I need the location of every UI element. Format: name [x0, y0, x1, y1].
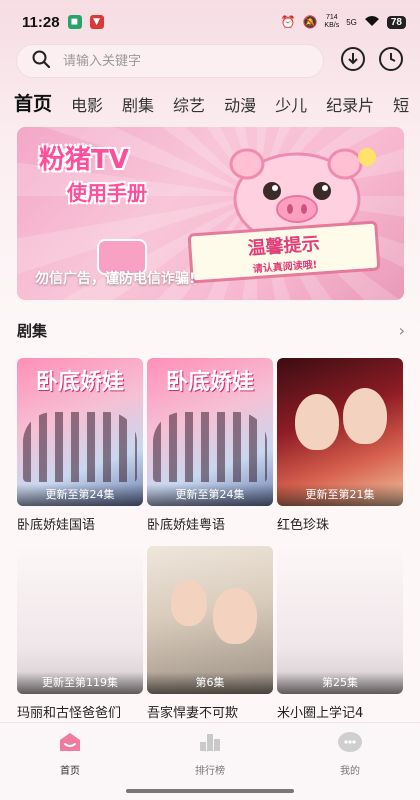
notification-app-icon-2: ▼ — [89, 15, 104, 29]
tab-kids[interactable]: 少儿 — [275, 92, 307, 116]
series-card[interactable]: 第25集 米小圈上学记4 — [277, 546, 403, 721]
section-title: 剧集 — [17, 322, 48, 340]
series-card[interactable]: 第6集 吾家悍妻不可欺 — [147, 546, 273, 721]
battery-indicator: 78 — [386, 15, 406, 29]
net-speed: 714 KB/s — [324, 14, 339, 30]
mute-icon: 🔕 — [302, 15, 318, 29]
series-title: 卧底娇娃粤语 — [147, 518, 226, 533]
status-bar: 11:28 ◼ ▼ ⏰ 🔕 714 KB/s 5G 78 — [0, 0, 420, 44]
history-button[interactable] — [378, 46, 404, 76]
home-indicator — [126, 789, 294, 793]
poster: 第25集 — [277, 546, 403, 694]
banner-subtitle: 使用手册 — [67, 181, 147, 205]
tab-movies[interactable]: 电影 — [71, 92, 103, 116]
download-icon — [340, 46, 366, 76]
search-row — [16, 44, 408, 78]
tab-anime[interactable]: 动漫 — [224, 92, 256, 116]
notification-app-icon: ◼ — [67, 15, 82, 29]
download-button[interactable] — [340, 46, 366, 76]
net-speed-value: 714 — [325, 14, 338, 21]
nav-home-label: 首页 — [60, 766, 80, 777]
chevron-right-icon[interactable]: › — [399, 321, 405, 340]
series-card[interactable]: 卧底娇娃 更新至第24集 卧底娇娃国语 — [17, 358, 143, 533]
poster: 卧底娇娃 更新至第24集 — [17, 358, 143, 506]
series-title: 吾家悍妻不可欺 — [147, 706, 239, 721]
tab-documentary[interactable]: 纪录片 — [326, 92, 374, 116]
episode-badge: 第6集 — [147, 672, 273, 694]
tab-variety[interactable]: 综艺 — [173, 92, 205, 116]
search-bar[interactable] — [16, 44, 324, 78]
series-section-header: 剧集 › — [17, 320, 405, 341]
banner-title: 粉猪TV — [39, 145, 129, 175]
episode-badge: 更新至第21集 — [277, 484, 403, 506]
net-speed-unit: KB/s — [324, 22, 340, 29]
series-title: 红色珍珠 — [277, 518, 330, 533]
category-tabs: 首页 电影 剧集 综艺 动漫 少儿 纪录片 短 — [14, 86, 420, 116]
series-title: 卧底娇娃国语 — [17, 518, 96, 533]
poster-figures — [153, 412, 267, 482]
nav-home[interactable]: 首页 — [0, 723, 140, 800]
poster: 更新至第21集 — [277, 358, 403, 506]
wifi-icon — [364, 15, 380, 30]
episode-badge: 更新至第119集 — [17, 672, 143, 694]
poster-faces — [291, 388, 389, 468]
banner-caption: 勿信广告，谨防电信诈骗! — [35, 271, 196, 287]
status-time: 11:28 — [22, 13, 60, 31]
search-input[interactable] — [63, 53, 283, 69]
poster-logo: 卧底娇娃 — [165, 370, 254, 395]
nav-profile[interactable]: 我的 — [280, 723, 420, 800]
signal-label: 5G — [346, 17, 357, 27]
poster-logo: 卧底娇娃 — [35, 370, 124, 395]
profile-icon — [337, 731, 363, 757]
tab-home[interactable]: 首页 — [14, 89, 52, 116]
nav-profile-label: 我的 — [340, 766, 360, 777]
poster-faces — [161, 576, 259, 656]
tab-short[interactable]: 短 — [393, 92, 409, 116]
search-icon — [31, 49, 51, 73]
series-card[interactable]: 更新至第119集 玛丽和古怪爸爸们 — [17, 546, 143, 721]
home-icon — [57, 731, 83, 757]
poster: 更新至第119集 — [17, 546, 143, 694]
series-title: 米小圈上学记4 — [277, 706, 364, 721]
alarm-icon: ⏰ — [280, 15, 296, 29]
series-card[interactable]: 卧底娇娃 更新至第24集 卧底娇娃粤语 — [147, 358, 273, 533]
tab-series[interactable]: 剧集 — [122, 92, 154, 116]
episode-badge: 第25集 — [277, 672, 403, 694]
episode-badge: 更新至第24集 — [147, 484, 273, 506]
poster: 卧底娇娃 更新至第24集 — [147, 358, 273, 506]
clock-icon — [378, 46, 404, 76]
poster-figures — [23, 412, 137, 482]
nav-ranking-label: 排行榜 — [195, 766, 225, 777]
poster: 第6集 — [147, 546, 273, 694]
ranking-icon — [197, 731, 223, 757]
series-title: 玛丽和古怪爸爸们 — [17, 706, 122, 721]
episode-badge: 更新至第24集 — [17, 484, 143, 506]
promo-banner[interactable]: 粉猪TV 使用手册 温馨提示 请认真阅读哦! 勿信广告，谨防电信诈骗! — [17, 127, 404, 300]
series-card[interactable]: 更新至第21集 红色珍珠 — [277, 358, 403, 533]
